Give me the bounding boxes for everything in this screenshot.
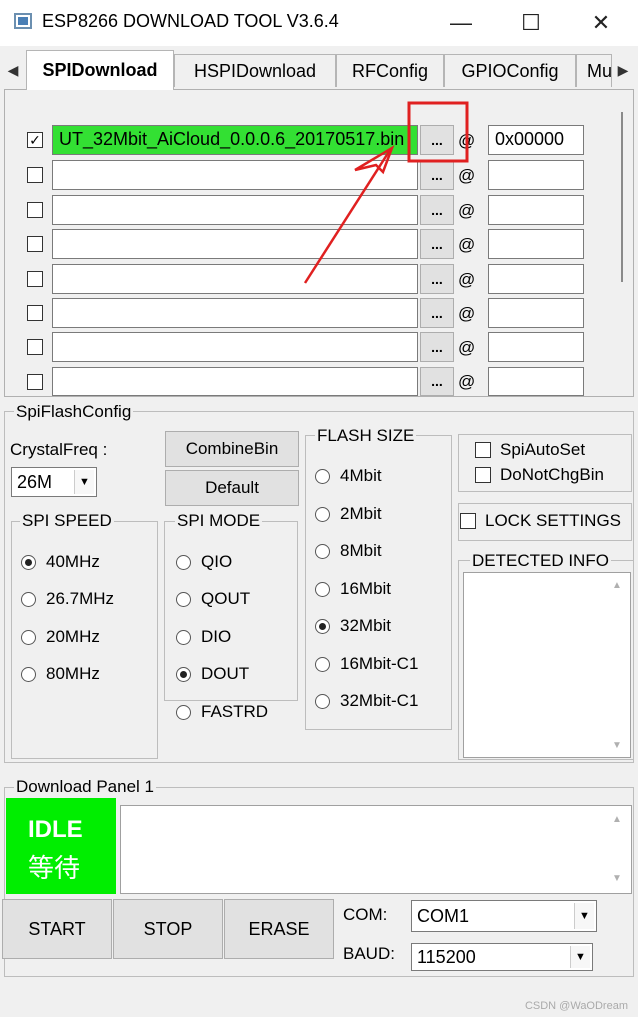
annotation-arrow-line <box>303 149 392 284</box>
spi-speed-radio[interactable] <box>21 592 36 607</box>
start-button[interactable]: START <box>2 899 112 959</box>
donotchgbin-label[interactable]: DoNotChgBin <box>500 465 604 485</box>
combinebin-button[interactable]: CombineBin <box>165 431 299 467</box>
flash-size-radio[interactable] <box>315 582 330 597</box>
scroll-down-icon[interactable]: ▼ <box>612 873 622 884</box>
detected-info-textbox[interactable] <box>463 572 631 758</box>
scroll-up-icon[interactable]: ▲ <box>612 814 622 825</box>
spi-mode-option[interactable]: DOUT <box>201 664 249 684</box>
spi-mode-option[interactable]: DIO <box>201 627 231 647</box>
default-button[interactable]: Default <box>165 470 299 506</box>
flash-size-option[interactable]: 2Mbit <box>340 504 382 524</box>
spi-mode-label: SPI MODE <box>175 511 263 531</box>
flash-size-option[interactable]: 32Mbit-C1 <box>340 691 418 711</box>
spi-mode-radio[interactable] <box>176 592 191 607</box>
chevron-down-icon[interactable]: ▼ <box>574 903 594 929</box>
spi-mode-option[interactable]: QIO <box>201 552 232 572</box>
spi-speed-label: SPI SPEED <box>20 511 114 531</box>
spi-speed-radio[interactable] <box>21 555 36 570</box>
flash-size-radio[interactable] <box>315 694 330 709</box>
chevron-down-icon[interactable]: ▼ <box>570 946 590 968</box>
crystalfreq-select[interactable]: 26M ▼ <box>11 467 97 497</box>
stop-button[interactable]: STOP <box>113 899 223 959</box>
download-panel-label: Download Panel 1 <box>14 777 156 797</box>
flash-size-radio[interactable] <box>315 619 330 634</box>
com-select[interactable]: COM1 ▼ <box>411 900 597 932</box>
spi-speed-option[interactable]: 40MHz <box>46 552 100 572</box>
spi-mode-radio[interactable] <box>176 705 191 720</box>
annotation-highlight-box <box>407 101 469 163</box>
scroll-up-icon[interactable]: ▲ <box>612 580 622 591</box>
status-indicator: IDLE 等待 <box>6 798 116 894</box>
flash-size-option[interactable]: 8Mbit <box>340 541 382 561</box>
flash-size-label: FLASH SIZE <box>315 426 417 446</box>
com-label: COM: <box>343 905 388 924</box>
detected-info-label: DETECTED INFO <box>470 551 611 571</box>
status-text: IDLE <box>28 816 83 843</box>
chevron-down-icon[interactable]: ▼ <box>74 470 94 494</box>
annotation-arrow-head <box>354 145 395 175</box>
spi-speed-radio[interactable] <box>21 630 36 645</box>
flash-size-option[interactable]: 4Mbit <box>340 466 382 486</box>
flash-size-option[interactable]: 32Mbit <box>340 616 391 636</box>
spi-mode-radio[interactable] <box>176 555 191 570</box>
spi-speed-option[interactable]: 26.7MHz <box>46 589 114 609</box>
spi-speed-option[interactable]: 80MHz <box>46 664 100 684</box>
status-text-cn: 等待 <box>28 853 81 883</box>
com-value: COM1 <box>417 905 470 926</box>
watermark: CSDN @WaODream <box>524 1000 628 1012</box>
spi-speed-radio[interactable] <box>21 667 36 682</box>
baud-select[interactable]: 115200 ▼ <box>411 943 593 971</box>
baud-value: 115200 <box>417 946 476 967</box>
download-log-textbox[interactable] <box>120 805 632 894</box>
crystalfreq-label: CrystalFreq : <box>10 440 108 459</box>
scroll-down-icon[interactable]: ▼ <box>612 740 622 751</box>
spi-mode-radio[interactable] <box>176 630 191 645</box>
lock-settings-label[interactable]: LOCK SETTINGS <box>485 511 621 531</box>
spiautoset-checkbox[interactable] <box>475 442 491 458</box>
flash-size-radio[interactable] <box>315 469 330 484</box>
donotchgbin-checkbox[interactable] <box>475 467 491 483</box>
flash-size-radio[interactable] <box>315 507 330 522</box>
spiflashconfig-label: SpiFlashConfig <box>14 402 134 422</box>
flash-size-option[interactable]: 16Mbit <box>340 579 391 599</box>
spiautoset-label[interactable]: SpiAutoSet <box>500 440 585 460</box>
flash-size-option[interactable]: 16Mbit-C1 <box>340 654 418 674</box>
spi-mode-radio[interactable] <box>176 667 191 682</box>
crystalfreq-value: 26M <box>17 471 53 492</box>
spi-mode-option[interactable]: FASTRD <box>201 702 268 722</box>
flash-size-radio[interactable] <box>315 657 330 672</box>
spi-mode-option[interactable]: QOUT <box>201 589 250 609</box>
tab-spidownload[interactable]: SPIDownload <box>26 50 174 90</box>
lock-settings-checkbox[interactable] <box>460 513 476 529</box>
baud-label: BAUD: <box>343 944 395 963</box>
spi-speed-option[interactable]: 20MHz <box>46 627 100 647</box>
flash-size-radio[interactable] <box>315 544 330 559</box>
erase-button[interactable]: ERASE <box>224 899 334 959</box>
